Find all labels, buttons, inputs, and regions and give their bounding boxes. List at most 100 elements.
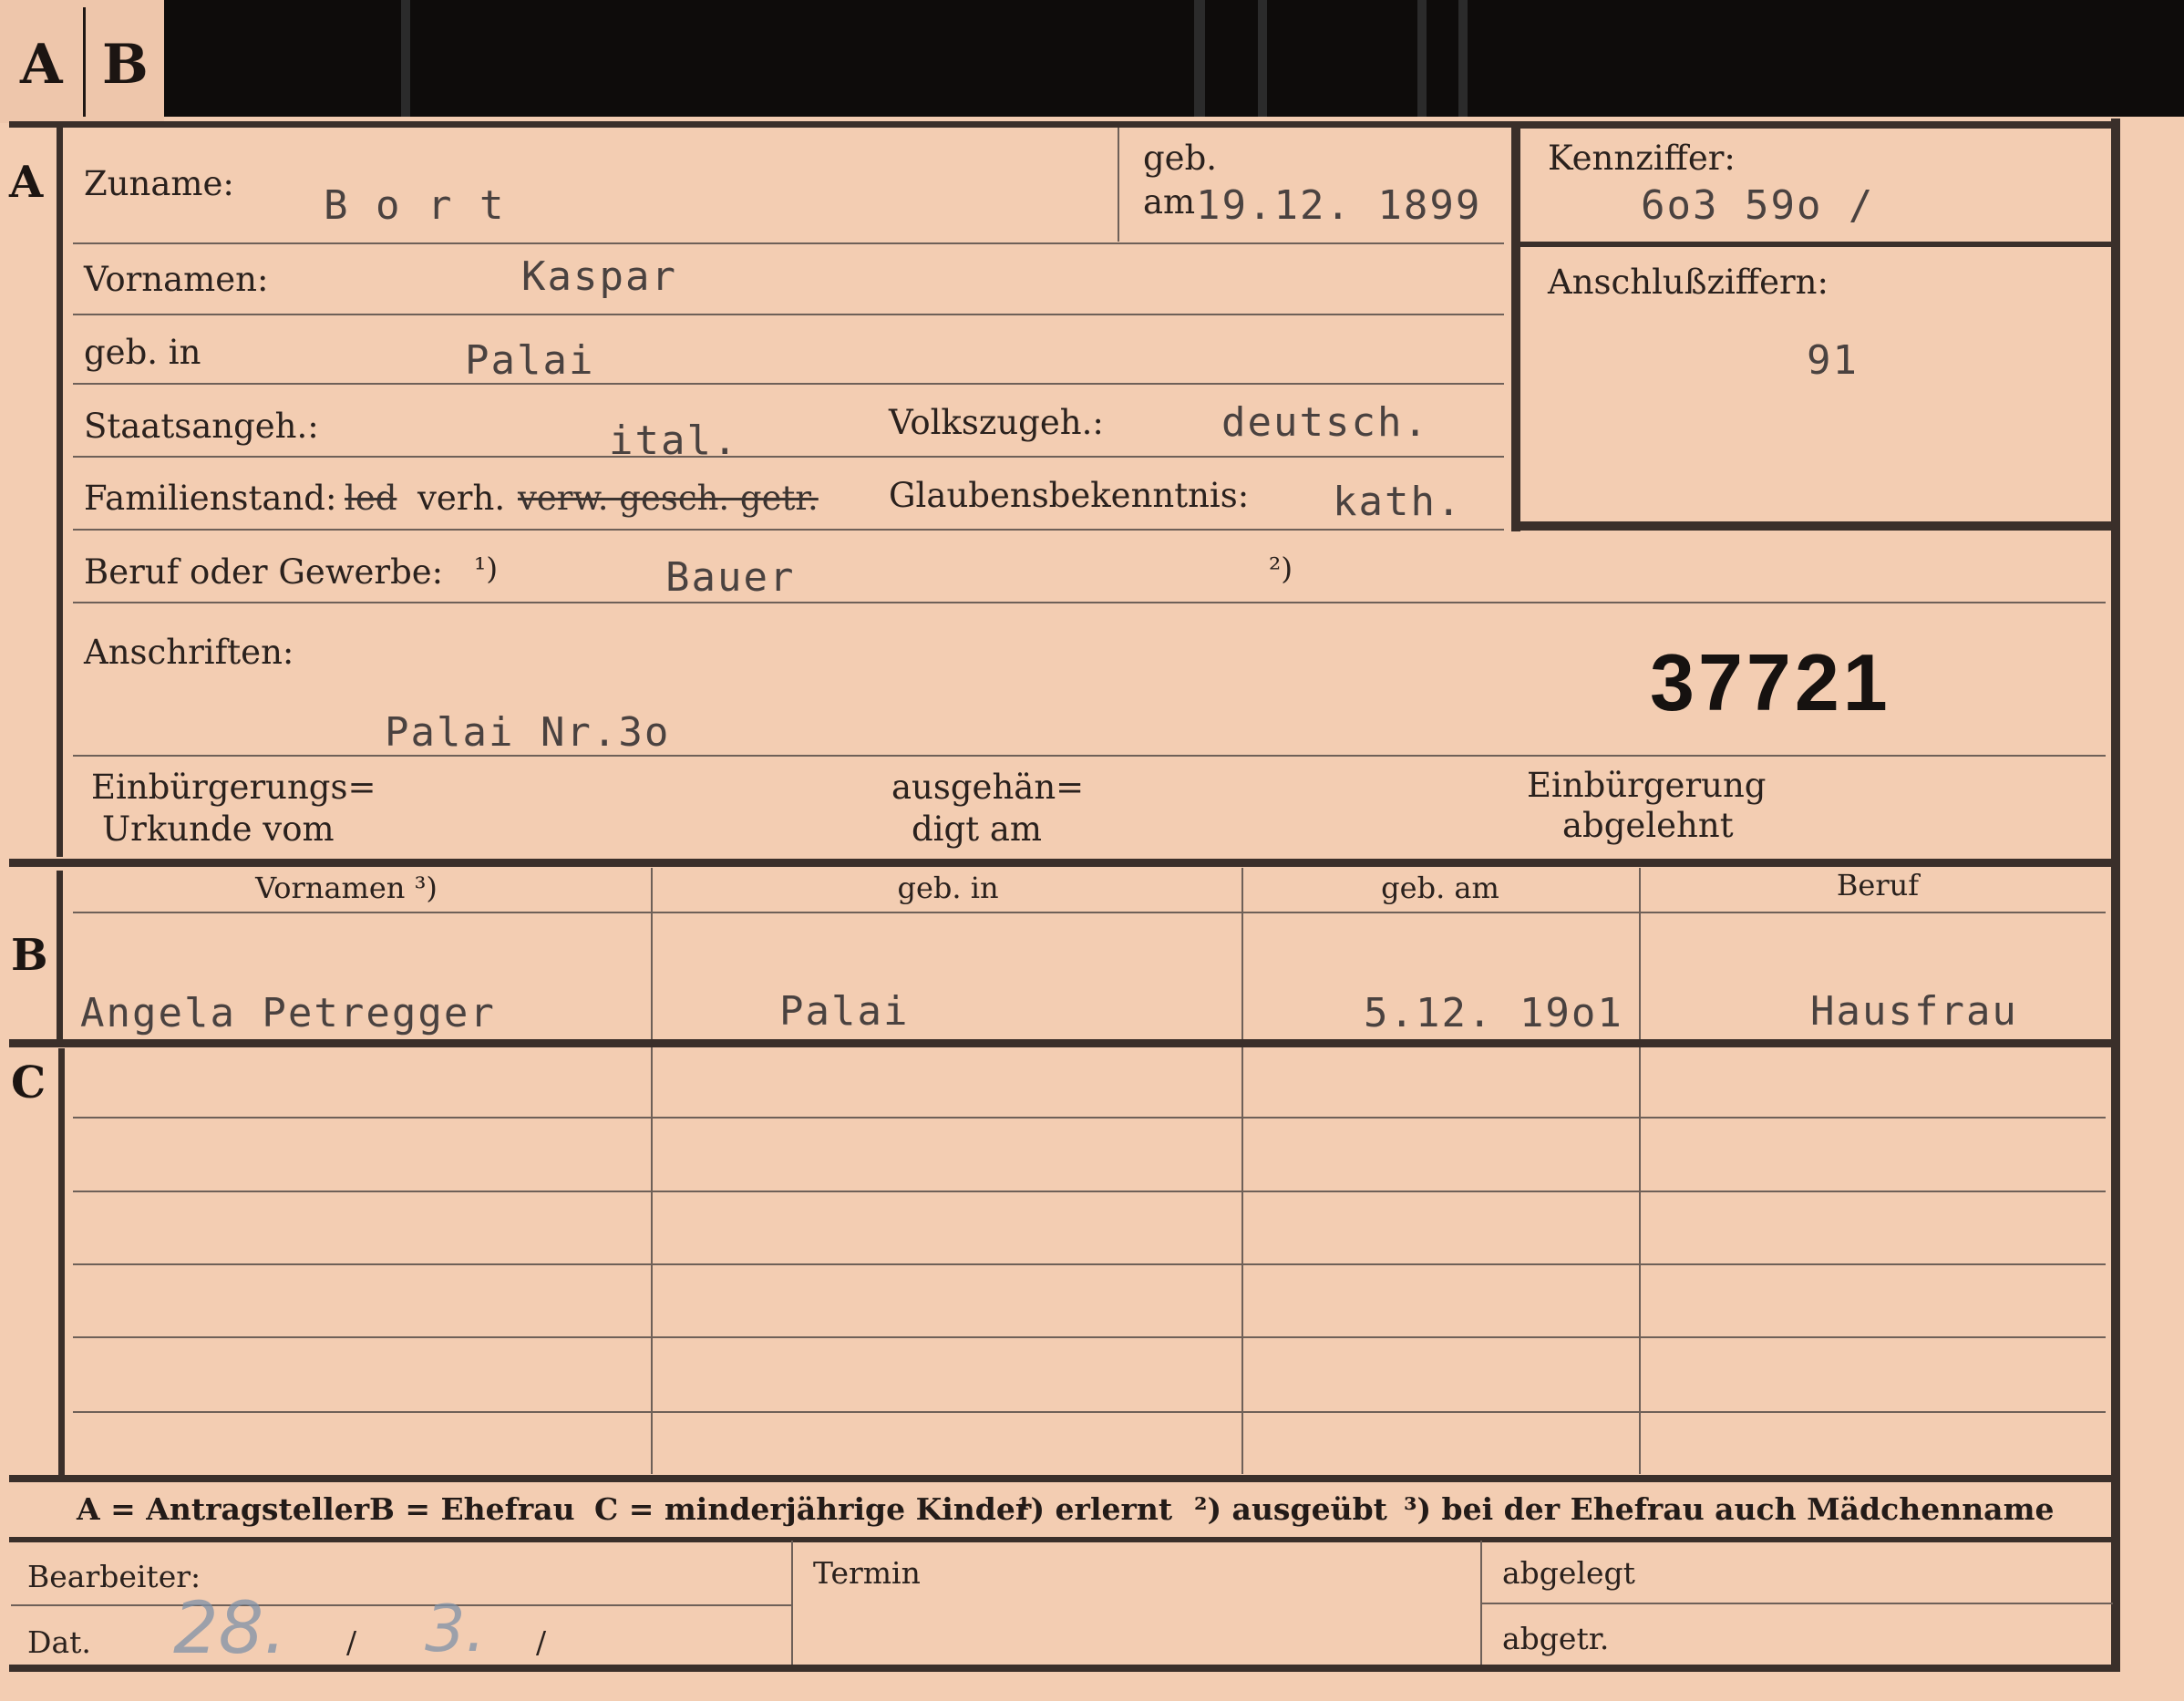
rule-table-header <box>73 912 2106 913</box>
card-bottom-edge <box>9 1665 2120 1672</box>
ausgehaendigt-label-1: ausgehän= <box>891 768 1085 807</box>
c-rule-5 <box>73 1411 2106 1413</box>
legend-bottom-rule <box>9 1537 2115 1542</box>
kennziffer-box-top <box>1511 121 2113 129</box>
geb-am-divider <box>1118 128 1119 242</box>
beruf-label: Beruf oder Gewerbe: <box>84 552 444 592</box>
tab-letter-a: A <box>20 33 63 97</box>
separator-bc <box>9 1039 2115 1047</box>
col-divider-1 <box>651 868 653 1474</box>
section-a-label: A <box>9 157 44 208</box>
legend-note-3: ³) bei der Ehefrau auch Mädchenname <box>1404 1491 2055 1527</box>
termin-label: Termin <box>813 1555 921 1591</box>
staatsangeh-label: Staatsangeh.: <box>84 407 319 446</box>
frame-right <box>2111 119 2120 1668</box>
familienstand-verh: verh. <box>417 479 506 518</box>
legend-b: B = Ehefrau <box>369 1491 575 1527</box>
legend-top-rule <box>9 1475 2115 1482</box>
rule-row7 <box>73 755 2106 757</box>
c-rule-2 <box>73 1191 2106 1192</box>
scanner-bar <box>401 0 410 117</box>
rule-row1 <box>73 242 1504 244</box>
geb-am-value: 19.12. 1899 <box>1196 182 1482 229</box>
b-geb-am: 5.12. 19o1 <box>1364 990 1623 1036</box>
dat-label: Dat. <box>27 1624 91 1660</box>
einb-abgelehnt-label-2: abgelehnt <box>1562 806 1734 845</box>
dat-handwritten-month: 3. <box>425 1592 486 1666</box>
scanner-bar <box>1458 0 1468 117</box>
b-vornamen: Angela Petregger <box>80 990 496 1036</box>
b-geb-in: Palai <box>779 988 910 1035</box>
rule-row2 <box>73 314 1504 315</box>
rule-row6 <box>73 602 2106 603</box>
anschlussziffern-value: 91 <box>1807 337 1859 384</box>
bottom-divider-1 <box>791 1541 793 1668</box>
glaubensbekenntnis-value: kath. <box>1333 479 1463 525</box>
vornamen-value: Kaspar <box>521 253 677 300</box>
kennziffer-value: 6o3 59o / <box>1641 182 1875 229</box>
section-b-label: B <box>11 930 48 981</box>
col-divider-3 <box>1639 868 1641 1474</box>
frame-left <box>57 128 63 857</box>
geb-in-label: geb. in <box>84 333 201 372</box>
glaubensbekenntnis-label: Glaubensbekenntnis: <box>889 476 1250 515</box>
abgetr-label: abgetr. <box>1502 1621 1610 1656</box>
card-number: 37721 <box>1650 637 1891 727</box>
c-rule-1 <box>73 1117 2106 1119</box>
anschlussziffern-label: Anschlußziffern: <box>1548 263 1829 302</box>
zuname-label: Zuname: <box>84 164 234 203</box>
legend-a: A = Antragsteller <box>77 1491 370 1527</box>
scanner-bar <box>1417 0 1427 117</box>
tab-letter-b: B <box>102 33 149 97</box>
rule-row3 <box>73 383 1504 385</box>
einb-urkunde-label-2: Urkunde vom <box>102 809 335 849</box>
b-beruf: Hausfrau <box>1810 988 2018 1035</box>
rule-row5 <box>73 529 1504 531</box>
kennziffer-box-mid <box>1520 242 2113 247</box>
col-header-geb-am: geb. am <box>1381 871 1499 905</box>
kennziffer-box-left <box>1511 121 1520 531</box>
legend-c: C = minderjährige Kinder <box>594 1491 1032 1527</box>
volkszugeh-value: deutsch. <box>1221 399 1429 446</box>
bottom-rule-right <box>1482 1603 2113 1604</box>
frame-left-c2 <box>58 1048 65 1477</box>
section-c-label: C <box>11 1057 46 1108</box>
scanner-bar <box>1258 0 1267 117</box>
beruf-footnote-2: ²) <box>1269 551 1293 586</box>
legend-note-2: ²) ausgeübt <box>1194 1491 1387 1527</box>
geb-in-value: Palai <box>465 337 595 384</box>
tab-divider <box>83 7 86 117</box>
vornamen-label: Vornamen: <box>84 260 269 299</box>
dat-slash-1: / <box>346 1624 357 1660</box>
dat-handwritten-day: 28. <box>173 1588 287 1670</box>
frame-left-c <box>57 871 63 1039</box>
frame-top-left <box>9 121 1513 128</box>
bottom-rule-left <box>11 1604 791 1606</box>
col-header-vornamen: Vornamen ³) <box>255 871 438 905</box>
beruf-value: Bauer <box>665 554 796 601</box>
familienstand-label: Familienstand: <box>84 479 337 518</box>
c-rule-4 <box>73 1336 2106 1338</box>
kennziffer-box-bottom <box>1511 521 2113 531</box>
rule-row4 <box>73 456 1504 458</box>
beruf-footnote-1: ¹) <box>474 551 499 586</box>
bottom-divider-2 <box>1480 1541 1482 1668</box>
geb-am-label-1: geb. <box>1143 139 1218 178</box>
familienstand-led: led <box>345 479 397 518</box>
familienstand-other: verw. gesch. getr. <box>518 479 819 518</box>
volkszugeh-label: Volkszugeh.: <box>889 403 1104 442</box>
abgelegt-label: abgelegt <box>1502 1555 1635 1591</box>
col-header-geb-in: geb. in <box>897 871 999 905</box>
ausgehaendigt-label-2: digt am <box>912 809 1042 849</box>
einb-abgelehnt-label-1: Einbürgerung <box>1527 766 1767 805</box>
separator-ab <box>9 859 2115 867</box>
kennziffer-label: Kennziffer: <box>1548 139 1736 178</box>
anschriften-label: Anschriften: <box>84 633 294 672</box>
dat-slash-2: / <box>536 1624 547 1660</box>
einb-urkunde-label-1: Einbürgerungs= <box>91 768 376 807</box>
geb-am-label-2: am <box>1143 182 1196 222</box>
anschrift-value: Palai Nr.3o <box>385 709 671 756</box>
col-divider-2 <box>1241 868 1243 1474</box>
zuname-value: B o r t <box>324 182 506 229</box>
legend-note-1: ¹) erlernt <box>1017 1491 1173 1527</box>
